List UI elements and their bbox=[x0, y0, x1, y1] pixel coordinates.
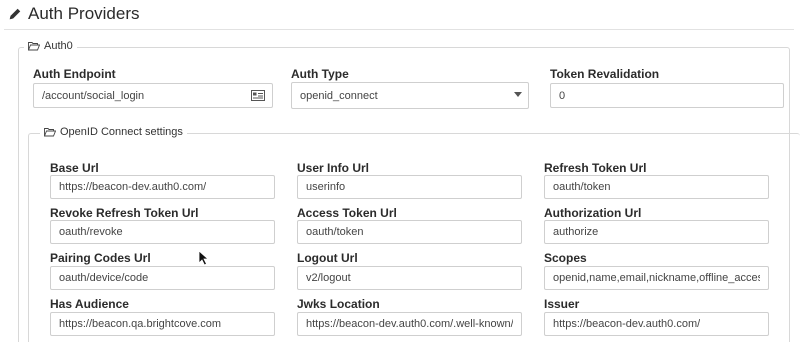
auth-type-label: Auth Type bbox=[291, 67, 349, 81]
auth-endpoint-label: Auth Endpoint bbox=[33, 67, 116, 81]
revoke-refresh-token-url-input[interactable]: oauth/revoke bbox=[50, 220, 275, 244]
jwks-location-input[interactable]: https://beacon-dev.auth0.com/.well-known… bbox=[297, 312, 522, 336]
user-info-url-input[interactable]: userinfo bbox=[297, 175, 522, 199]
folder-open-icon bbox=[44, 128, 56, 137]
address-card-icon bbox=[251, 90, 265, 101]
revoke-refresh-token-url-value: oauth/revoke bbox=[59, 226, 123, 238]
section-title: Auth Providers bbox=[28, 4, 140, 23]
refresh-token-url-value: oauth/token bbox=[553, 181, 611, 193]
base-url-label: Base Url bbox=[50, 161, 99, 175]
scopes-label: Scopes bbox=[544, 251, 587, 265]
token-revalidation-value: 0 bbox=[559, 89, 566, 102]
access-token-url-input[interactable]: oauth/token bbox=[297, 220, 522, 244]
revoke-refresh-token-url-label: Revoke Refresh Token Url bbox=[50, 206, 199, 220]
pairing-codes-url-value: oauth/device/code bbox=[59, 272, 149, 284]
has-audience-value: https://beacon.qa.brightcove.com bbox=[59, 318, 222, 330]
provider-legend: Auth0 bbox=[24, 40, 77, 52]
authorization-url-input[interactable]: authorize bbox=[544, 220, 769, 244]
authorization-url-value: authorize bbox=[553, 226, 599, 238]
pairing-codes-url-input[interactable]: oauth/device/code bbox=[50, 266, 275, 290]
header-divider bbox=[4, 29, 794, 30]
user-info-url-label: User Info Url bbox=[297, 161, 370, 175]
mouse-cursor-icon bbox=[198, 250, 210, 266]
refresh-token-url-input[interactable]: oauth/token bbox=[544, 175, 769, 199]
pencil-icon bbox=[9, 8, 21, 20]
access-token-url-label: Access Token Url bbox=[297, 206, 397, 220]
authorization-url-label: Authorization Url bbox=[544, 206, 642, 220]
jwks-location-label: Jwks Location bbox=[297, 297, 380, 311]
scopes-value: openid,name,email,nickname,offline_acces… bbox=[553, 272, 760, 284]
logout-url-value: v2/logout bbox=[306, 272, 351, 284]
user-info-url-value: userinfo bbox=[306, 181, 346, 193]
jwks-location-value: https://beacon-dev.auth0.com/.well-known… bbox=[306, 318, 513, 330]
scopes-input[interactable]: openid,name,email,nickname,offline_acces… bbox=[544, 266, 769, 290]
logout-url-label: Logout Url bbox=[297, 251, 358, 265]
issuer-label: Issuer bbox=[544, 297, 580, 311]
provider-name: Auth0 bbox=[44, 40, 73, 52]
folder-open-icon bbox=[28, 42, 40, 51]
logout-url-input[interactable]: v2/logout bbox=[297, 266, 522, 290]
section-header: Auth Providers bbox=[8, 4, 140, 24]
pairing-codes-url-label: Pairing Codes Url bbox=[50, 251, 151, 265]
auth-type-select[interactable]: openid_connect bbox=[291, 82, 529, 109]
has-audience-label: Has Audience bbox=[50, 297, 129, 311]
oidc-title: OpenID Connect settings bbox=[60, 126, 183, 138]
base-url-input[interactable]: https://beacon-dev.auth0.com/ bbox=[50, 175, 275, 199]
issuer-value: https://beacon-dev.auth0.com/ bbox=[553, 318, 701, 330]
auth-endpoint-value: /account/social_login bbox=[42, 89, 145, 102]
auth-type-value: openid_connect bbox=[300, 89, 378, 102]
token-revalidation-label: Token Revalidation bbox=[550, 67, 660, 81]
auth-endpoint-input[interactable]: /account/social_login bbox=[33, 83, 273, 108]
has-audience-input[interactable]: https://beacon.qa.brightcove.com bbox=[50, 312, 275, 336]
base-url-value: https://beacon-dev.auth0.com/ bbox=[59, 181, 207, 193]
refresh-token-url-label: Refresh Token Url bbox=[544, 161, 647, 175]
issuer-input[interactable]: https://beacon-dev.auth0.com/ bbox=[544, 312, 769, 336]
oidc-legend: OpenID Connect settings bbox=[40, 126, 187, 138]
token-revalidation-input[interactable]: 0 bbox=[550, 83, 784, 108]
access-token-url-value: oauth/token bbox=[306, 226, 364, 238]
caret-down-icon bbox=[514, 92, 522, 97]
